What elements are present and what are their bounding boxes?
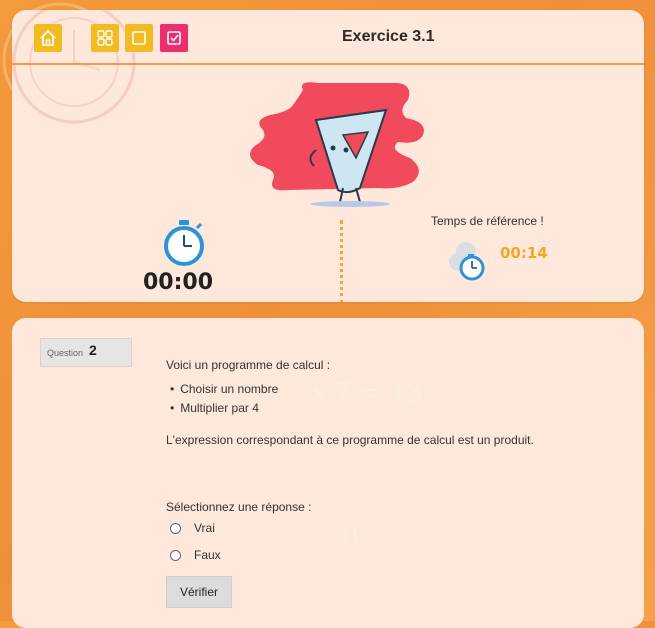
exercise-header-card: Exercice 3.1 00:00 Temps de référence ! …: [12, 10, 644, 302]
separator-dotted: [340, 220, 343, 302]
question-number: 2: [89, 342, 97, 358]
background-math-decoration: π: [342, 518, 360, 548]
square-icon: [132, 31, 146, 45]
question-label: Question: [47, 348, 84, 358]
grid-icon: [97, 30, 113, 46]
reference-stopwatch-icon: [449, 242, 485, 281]
option-label-vrai[interactable]: Vrai: [194, 521, 215, 535]
grid-button[interactable]: [91, 24, 119, 52]
toolbar: Exercice 3.1: [12, 10, 644, 65]
reference-time-label: Temps de référence !: [431, 214, 544, 228]
list-item: Multiplier par 4: [170, 401, 259, 415]
set-square-mascot-illustration: [249, 82, 424, 207]
home-icon: [40, 29, 56, 46]
background-math-decoration: x 7 = 13: [312, 378, 423, 408]
elapsed-timer: 00:00: [143, 270, 214, 295]
answer-prompt: Sélectionnez une réponse :: [166, 500, 312, 514]
question-statement: L'expression correspondant à ce programm…: [166, 433, 534, 447]
question-number-tag: Question 2: [40, 338, 132, 367]
option-label-faux[interactable]: Faux: [194, 548, 221, 562]
exercise-title: Exercice 3.1: [342, 28, 435, 45]
stopwatch-icon: [164, 220, 204, 266]
question-card: Question 2 Voici un programme de calcul …: [12, 318, 644, 628]
radio-faux[interactable]: [170, 550, 181, 561]
radio-vrai[interactable]: [170, 523, 181, 534]
reference-time-value: 00:14: [500, 244, 548, 262]
verify-button[interactable]: Vérifier: [166, 576, 232, 608]
list-item: Choisir un nombre: [170, 382, 278, 396]
question-intro: Voici un programme de calcul :: [166, 358, 331, 372]
check-button[interactable]: [160, 24, 188, 52]
home-button[interactable]: [34, 24, 62, 52]
checkbox-icon: [167, 31, 181, 45]
square-button[interactable]: [125, 24, 153, 52]
